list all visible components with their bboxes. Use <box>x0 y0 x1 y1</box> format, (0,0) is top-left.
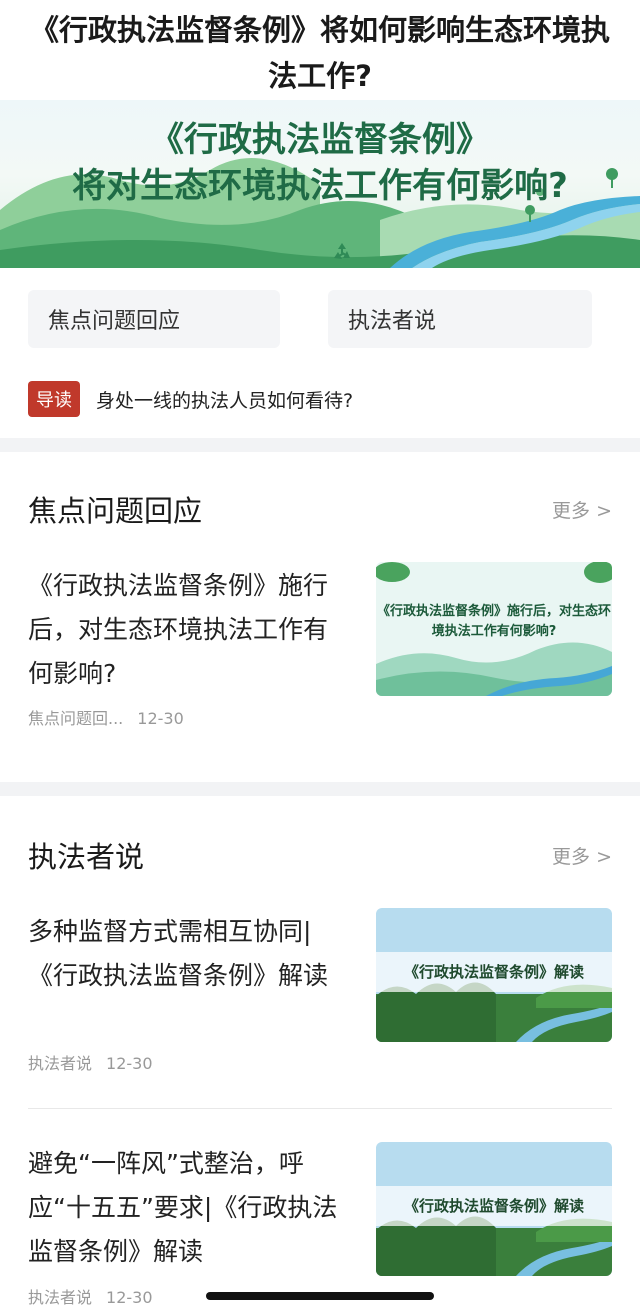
thumbnail-caption: 《行政执法监督条例》施行后，对生态环境执法工作有何影响? <box>376 604 611 639</box>
article-title[interactable]: 多种监督方式需相互协同|《行政执法监督条例》解读 <box>28 910 338 998</box>
article-source: 执法者说 <box>28 1288 93 1307</box>
tab-label: 执法者说 <box>348 309 437 334</box>
article-meta: 执法者说 12-30 <box>28 1284 153 1308</box>
article-thumbnail[interactable]: 《行政执法监督条例》解读 <box>376 1142 612 1276</box>
more-link-enforcers[interactable]: 更多 > <box>552 842 612 869</box>
row-separator <box>28 1108 612 1109</box>
banner-text: 《行政执法监督条例》 将对生态环境执法工作有何影响? <box>0 118 640 210</box>
thumbnail-caption: 《行政执法监督条例》解读 <box>376 1186 612 1226</box>
article-source: 焦点问题回... <box>28 709 124 728</box>
thumbnail-caption: 《行政执法监督条例》解读 <box>376 952 612 992</box>
guide-text: 身处一线的执法人员如何看待? <box>96 389 354 412</box>
more-link-focus[interactable]: 更多 > <box>552 496 612 523</box>
article-meta: 焦点问题回... 12-30 <box>28 705 184 729</box>
tab-focus-responses[interactable]: 焦点问题回应 <box>28 290 280 348</box>
article-date: 12-30 <box>137 709 184 728</box>
guide-badge: 导读 <box>28 381 80 417</box>
article-source: 执法者说 <box>28 1054 93 1073</box>
article-meta: 执法者说 12-30 <box>28 1050 153 1074</box>
banner-title-line1: 《行政执法监督条例》 <box>150 120 490 160</box>
home-indicator[interactable] <box>206 1292 434 1300</box>
article-date: 12-30 <box>106 1288 153 1307</box>
section-title-focus: 焦点问题回应 <box>28 494 203 528</box>
banner-title-line2: 将对生态环境执法工作有何影响? <box>72 166 568 206</box>
page-title: 《行政执法监督条例》将如何影响生态环境执法工作? <box>29 13 610 93</box>
article-thumbnail[interactable]: 《行政执法监督条例》施行后，对生态环境执法工作有何影响? <box>376 562 612 696</box>
guide-row[interactable]: 导读 身处一线的执法人员如何看待? <box>28 380 353 418</box>
tab-enforcers-say[interactable]: 执法者说 <box>328 290 592 348</box>
section-divider <box>0 438 640 452</box>
article-title[interactable]: 《行政执法监督条例》施行后，对生态环境执法工作有何影响? <box>28 564 338 696</box>
header-banner: 《行政执法监督条例》 将对生态环境执法工作有何影响? <box>0 100 640 268</box>
section-divider <box>0 782 640 796</box>
section-title-enforcers: 执法者说 <box>28 840 145 874</box>
article-date: 12-30 <box>106 1054 153 1073</box>
article-thumbnail[interactable]: 《行政执法监督条例》解读 <box>376 908 612 1042</box>
recycle-icon <box>334 243 350 259</box>
tab-label: 焦点问题回应 <box>48 309 181 334</box>
article-title[interactable]: 避免“一阵风”式整治，呼应“十五五”要求|《行政执法监督条例》解读 <box>28 1142 338 1274</box>
